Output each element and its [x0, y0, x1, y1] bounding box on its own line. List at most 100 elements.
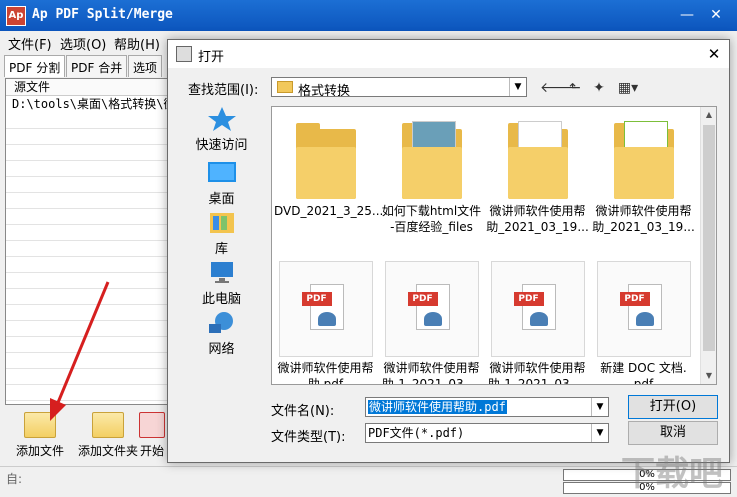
- place-label: 库: [214, 242, 228, 257]
- new-folder-icon[interactable]: ✦: [588, 78, 610, 98]
- file-name-cont: 助-1_2021_03_...: [381, 377, 482, 385]
- list-item[interactable]: PDF 微讲师软件使用帮 助.pdf: [274, 261, 377, 385]
- chevron-down-icon[interactable]: ▼: [591, 424, 608, 442]
- file-name: 微讲师软件使用帮: [489, 204, 586, 218]
- file-name: 微讲师软件使用帮: [489, 361, 586, 375]
- source-file-list[interactable]: 源文件 D:\tools\桌面\格式转换\微讲: [5, 78, 175, 405]
- scroll-down-icon[interactable]: ▼: [701, 368, 716, 384]
- app-title: Ap PDF Split/Merge: [32, 7, 173, 22]
- file-name: 微讲师软件使用帮: [277, 361, 374, 375]
- add-file-button[interactable]: 添加文件: [4, 410, 76, 462]
- open-button[interactable]: 打开(O): [628, 395, 718, 419]
- list-divider: [6, 257, 174, 273]
- dialog-close-button[interactable]: ✕: [699, 40, 729, 68]
- menu-file[interactable]: 文件(F): [8, 34, 52, 53]
- tab-pdf-split[interactable]: PDF 分割: [4, 55, 66, 77]
- place-label: 网络: [208, 342, 235, 357]
- place-quick-access[interactable]: 快速访问: [176, 106, 267, 156]
- pdf-badge: PDF: [513, 292, 544, 306]
- look-in-dropdown[interactable]: 格式转换 ▼: [271, 77, 527, 99]
- file-name: 如何下载html文件: [381, 204, 482, 218]
- file-name-cont: pdf: [633, 377, 654, 385]
- list-divider: [6, 305, 174, 321]
- tab-options[interactable]: 选项: [128, 55, 163, 77]
- file-name: 微讲师软件使用帮: [595, 204, 692, 218]
- file-name-cont: -百度经验_files: [390, 220, 473, 234]
- scroll-thumb[interactable]: [703, 125, 715, 351]
- dialog-icon: [176, 46, 192, 62]
- list-item[interactable]: PDF 微讲师软件使用帮 助-1_2021_03_...: [380, 261, 483, 385]
- places-bar: 快速访问 桌面 库 此电脑 网络: [176, 106, 267, 386]
- list-divider: [6, 385, 174, 401]
- folder-icon: [613, 121, 674, 199]
- list-item[interactable]: DVD_2021_3_25...: [274, 121, 384, 219]
- file-name: 新建 DOC 文档.: [600, 361, 687, 375]
- network-icon: [207, 310, 237, 336]
- pdf-icon: PDF: [384, 261, 479, 357]
- file-name: DVD_2021_3_25...: [274, 204, 384, 218]
- list-divider: [6, 145, 174, 161]
- add-folder-label: 添加文件夹: [77, 444, 138, 458]
- filename-input[interactable]: 微讲师软件使用帮助.pdf ▼: [365, 397, 609, 417]
- chevron-down-icon[interactable]: ▼: [509, 78, 526, 96]
- folder-icon: [507, 121, 568, 199]
- status-text: 自:: [6, 472, 23, 486]
- start-button[interactable]: 开始: [132, 410, 172, 462]
- add-file-label: 添加文件: [15, 444, 64, 458]
- close-button[interactable]: ✕: [705, 5, 727, 25]
- file-list-view[interactable]: DVD_2021_3_25... 如何下载html文件 -百度经验_files …: [271, 106, 717, 385]
- chevron-down-icon[interactable]: ▼: [591, 398, 608, 416]
- view-menu-icon[interactable]: ▦▾: [614, 78, 642, 98]
- dialog-title: 打开: [198, 50, 225, 65]
- filename-label: 文件名(N):: [271, 404, 335, 419]
- list-item[interactable]: D:\tools\桌面\格式转换\微讲: [6, 96, 174, 113]
- list-divider: [6, 337, 174, 353]
- watermark: 下载吧: [621, 454, 723, 494]
- tab-pdf-merge[interactable]: PDF 合并: [66, 55, 128, 77]
- tab-strip: PDF 分割 PDF 合并 选项: [4, 55, 174, 77]
- filetype-value: PDF文件(*.pdf): [368, 426, 465, 440]
- open-dialog: 打开 ✕ 查找范围(I): 格式转换 ▼ 🡐 ⬑ ✦ ▦▾ 快速访问 桌面 库 …: [167, 39, 730, 463]
- app-icon: Ap: [6, 6, 26, 26]
- list-divider: [6, 241, 174, 257]
- list-divider: [6, 177, 174, 193]
- list-divider: [6, 209, 174, 225]
- filetype-label: 文件类型(T):: [271, 430, 346, 445]
- pdf-icon: PDF: [278, 261, 373, 357]
- place-library[interactable]: 库: [176, 210, 267, 260]
- pdf-icon: PDF: [490, 261, 585, 357]
- add-file-icon: [24, 412, 56, 438]
- scroll-up-icon[interactable]: ▲: [701, 107, 716, 123]
- filetype-select[interactable]: PDF文件(*.pdf) ▼: [365, 423, 609, 443]
- place-label: 桌面: [208, 192, 235, 207]
- file-name-cont: 助_2021_03_19...: [486, 220, 589, 234]
- list-item[interactable]: 微讲师软件使用帮 助_2021_03_19...: [592, 121, 695, 235]
- pdf-icon: PDF: [596, 261, 691, 357]
- list-item[interactable]: PDF 新建 DOC 文档. pdf: [592, 261, 695, 385]
- list-divider: [6, 273, 174, 289]
- pdf-badge: PDF: [619, 292, 650, 306]
- list-item[interactable]: 如何下载html文件 -百度经验_files: [380, 121, 483, 235]
- list-divider: [6, 193, 174, 209]
- place-this-pc[interactable]: 此电脑: [176, 260, 267, 310]
- list-item[interactable]: 微讲师软件使用帮 助_2021_03_19...: [486, 121, 589, 235]
- up-folder-icon[interactable]: ⬑: [564, 78, 586, 98]
- list-divider: [6, 161, 174, 177]
- place-desktop[interactable]: 桌面: [176, 160, 267, 210]
- menu-options[interactable]: 选项(O): [60, 34, 106, 53]
- file-name-cont: 助.pdf: [307, 377, 344, 385]
- list-item[interactable]: PDF 微讲师软件使用帮 助-1_2021_03_...: [486, 261, 589, 384]
- library-icon: [207, 210, 237, 236]
- folder-icon: [277, 81, 293, 93]
- vertical-scrollbar[interactable]: ▲ ▼: [700, 107, 716, 384]
- place-network[interactable]: 网络: [176, 310, 267, 360]
- minimize-button[interactable]: —: [676, 5, 698, 25]
- look-in-value: 格式转换: [298, 84, 351, 99]
- list-header-source: 源文件: [6, 79, 174, 96]
- list-divider: [6, 369, 174, 385]
- filename-value: 微讲师软件使用帮助.pdf: [368, 400, 507, 414]
- computer-icon: [207, 260, 237, 286]
- back-icon[interactable]: 🡐: [540, 78, 578, 98]
- menu-help[interactable]: 帮助(H): [114, 34, 160, 53]
- cancel-button[interactable]: 取消: [628, 421, 718, 445]
